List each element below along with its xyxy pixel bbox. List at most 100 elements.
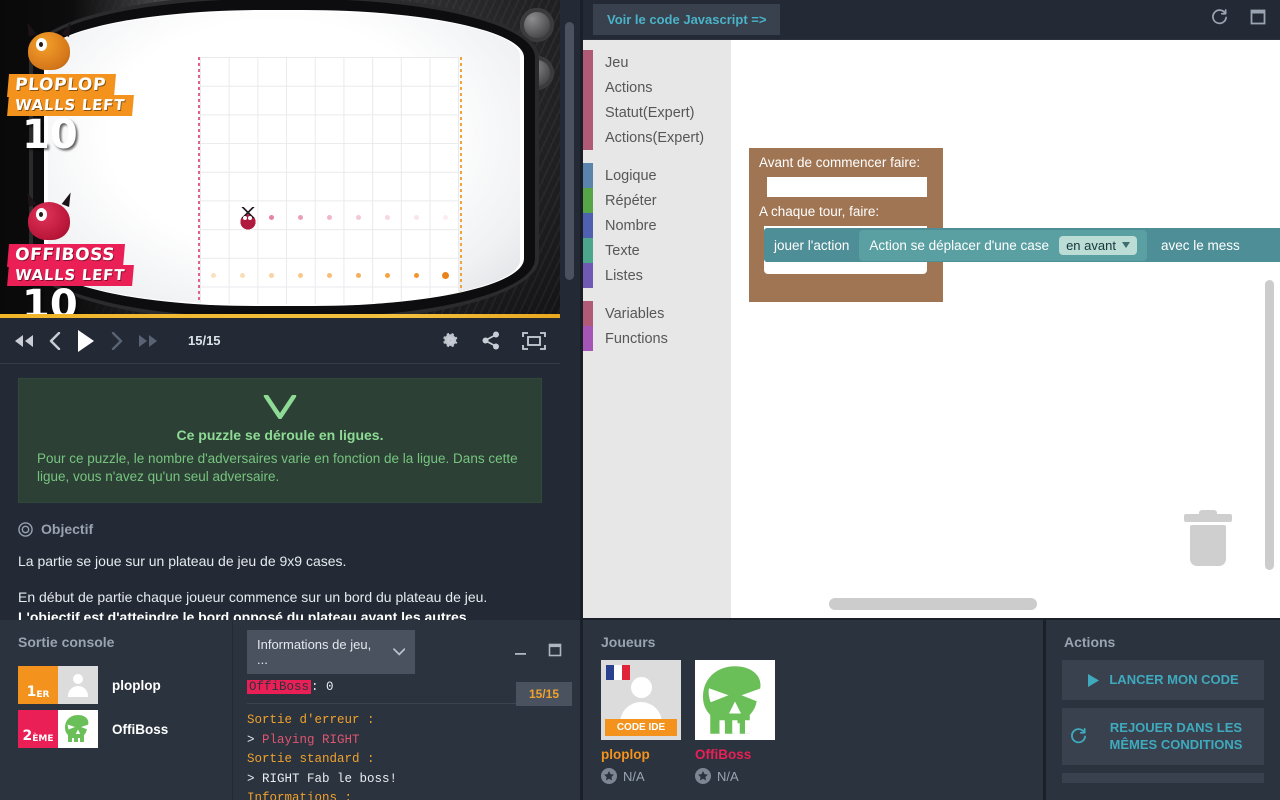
- trail-dot: [442, 272, 449, 279]
- log-player-name: OffiBoss: [247, 680, 312, 694]
- horn-icon: [23, 21, 37, 37]
- rewind-icon[interactable]: [14, 333, 34, 349]
- block-action-move[interactable]: Action se déplacer d'une case en avant: [859, 229, 1147, 261]
- trail-dot: [385, 215, 390, 220]
- category-color-swatch: [583, 213, 593, 238]
- chevron-down-icon: [1121, 242, 1130, 248]
- skull-icon: [703, 666, 762, 734]
- maximize-icon[interactable]: [1250, 9, 1266, 31]
- tv-knob-icon: [520, 8, 554, 42]
- category-color-swatch: [583, 125, 593, 150]
- avatar: CODE IDE: [601, 660, 681, 740]
- maximize-icon[interactable]: [548, 643, 562, 662]
- person-icon: [65, 672, 91, 698]
- toolbox-item-label: Texte: [605, 242, 640, 259]
- star-icon: [695, 768, 711, 784]
- toolbox-item-logique[interactable]: Logique: [583, 163, 731, 188]
- blockly-workspace[interactable]: Avant de commencer faire: A chaque tour,…: [731, 40, 1280, 618]
- toolbox-item-variables[interactable]: Variables: [583, 301, 731, 326]
- category-color-swatch: [583, 188, 593, 213]
- workspace-vertical-scrollbar[interactable]: [1265, 280, 1274, 570]
- hud-player-name: OFFIBOSS: [6, 244, 125, 267]
- horn-icon: [61, 191, 75, 207]
- player-rank: N/A: [601, 768, 681, 784]
- hud-walls-label: WALLS LEFT: [7, 95, 134, 116]
- toolbox-item-actions-expert[interactable]: Actions(Expert): [583, 125, 731, 150]
- log-score: : 0: [311, 680, 334, 694]
- players-panel: Joueurs CODE IDE ploplop N/A OffiBoss N/…: [583, 620, 1043, 800]
- share-icon[interactable]: [482, 331, 500, 350]
- play-icon[interactable]: [76, 329, 96, 353]
- view-javascript-button[interactable]: Voir le code Javascript =>: [593, 4, 781, 35]
- turn-counter-badge: 15/15: [515, 682, 572, 706]
- extra-action-button[interactable]: [1062, 772, 1264, 783]
- tv-knob-icon: [520, 56, 554, 90]
- player-card[interactable]: OffiBoss N/A: [695, 660, 775, 784]
- ranking-row: 2 ÈME OffiBoss: [18, 710, 232, 748]
- step-forward-icon[interactable]: [110, 331, 124, 350]
- tv-antenna-icon: [264, 3, 294, 8]
- player-card[interactable]: CODE IDE ploplop N/A: [601, 660, 681, 784]
- console-filter-value: Informations de jeu, ...: [257, 637, 372, 667]
- editor-body: Jeu Actions Statut(Expert) Actions(Exper…: [583, 40, 1280, 618]
- toolbox-item-statut-expert[interactable]: Statut(Expert): [583, 100, 731, 125]
- league-title: Ce puzzle se déroule en ligues.: [176, 427, 384, 443]
- run-code-button[interactable]: LANCER MON CODE: [1062, 660, 1264, 701]
- rank-player-name: OffiBoss: [112, 721, 169, 737]
- console-title: Sortie console: [18, 634, 115, 650]
- statement-line: En début de partie chaque joueur commenc…: [18, 588, 488, 605]
- minimize-icon[interactable]: [514, 643, 528, 662]
- trash-lid: [1184, 510, 1232, 522]
- eye-icon: [36, 208, 47, 221]
- log-text: RIGHT Fab le boss!: [262, 771, 398, 786]
- star-icon: [601, 768, 617, 784]
- fast-forward-icon[interactable]: [138, 333, 158, 349]
- refresh-icon: [1071, 728, 1087, 744]
- avatar: [58, 710, 98, 748]
- trash-icon[interactable]: [1184, 510, 1232, 566]
- toolbox-item-label: Listes: [605, 267, 643, 284]
- board-grid: [200, 57, 459, 304]
- toolbox-item-functions[interactable]: Functions: [583, 326, 731, 351]
- toolbox-item-texte[interactable]: Texte: [583, 238, 731, 263]
- trail-dot: [269, 215, 274, 220]
- console-filter-select[interactable]: Informations de jeu, ...: [247, 630, 415, 674]
- player-name: ploplop: [601, 747, 650, 762]
- toolbox-item-jeu[interactable]: Jeu: [583, 50, 731, 75]
- code-editor-panel: Voir le code Javascript => Jeu Actions S…: [565, 0, 1280, 618]
- rank-player-name: ploplop: [112, 677, 161, 693]
- direction-dropdown[interactable]: en avant: [1059, 235, 1137, 255]
- toolbox-item-nombre[interactable]: Nombre: [583, 213, 731, 238]
- progress-bar[interactable]: [0, 314, 560, 318]
- trail-dot: [443, 215, 448, 220]
- gear-icon[interactable]: [441, 331, 460, 350]
- toolbox-item-listes[interactable]: Listes: [583, 263, 731, 288]
- log-prompt: >: [247, 732, 255, 747]
- playback-right-tools: [441, 331, 546, 350]
- skull-icon: [65, 715, 89, 742]
- blockly-toolbox: Jeu Actions Statut(Expert) Actions(Exper…: [583, 40, 731, 618]
- ranking-row: 1 ER ploplop: [18, 666, 232, 704]
- replay-button[interactable]: REJOUER DANS LES MÊMES CONDITIONS: [1062, 708, 1264, 765]
- fullscreen-icon[interactable]: [522, 331, 546, 350]
- toolbox-item-label: Répéter: [605, 192, 657, 209]
- toolbox-item-repeter[interactable]: Répéter: [583, 188, 731, 213]
- category-color-swatch: [583, 50, 593, 75]
- step-back-icon[interactable]: [48, 331, 62, 350]
- block-label: Action se déplacer d'une case: [869, 237, 1050, 253]
- editor-toolbar: Voir le code Javascript =>: [583, 0, 1280, 40]
- refresh-icon[interactable]: [1211, 8, 1228, 31]
- trail-dot: [240, 273, 245, 278]
- board-edge-left: [198, 57, 200, 304]
- workspace-horizontal-scrollbar[interactable]: [829, 598, 1037, 610]
- log-prompt: >: [247, 771, 255, 786]
- block-play-action[interactable]: jouer l'action Action se déplacer d'une …: [764, 228, 1280, 262]
- category-color-swatch: [583, 263, 593, 288]
- block-label: jouer l'action: [774, 237, 850, 253]
- monster-orange-icon: [20, 21, 78, 74]
- player-pawn-offiboss: [238, 207, 258, 231]
- statement-scrollbar[interactable]: [565, 22, 574, 280]
- left-column: PLOPLOP WALLS LEFT 10 OFFIBOSS WALLS LEF…: [0, 0, 580, 620]
- toolbox-item-actions[interactable]: Actions: [583, 75, 731, 100]
- players-title: Joueurs: [601, 634, 656, 650]
